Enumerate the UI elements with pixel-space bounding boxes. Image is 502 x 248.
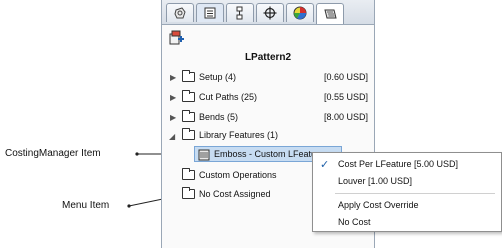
menu-item-label: Apply Cost Override [338,200,419,210]
folder-open-icon [182,128,195,140]
costing-tool-icon [169,30,184,45]
folder-icon [182,70,195,82]
property-manager-icon [204,7,216,19]
tab-configuration[interactable] [226,3,254,22]
folder-icon [182,187,195,199]
tab-costing-manager[interactable] [316,3,344,24]
leader-dot-costingmanager [135,152,139,156]
tree-item-cost: [8.00 USD] [323,112,368,122]
tab-appearance[interactable] [286,3,314,22]
tree-item-library-features[interactable]: ◢ Library Features (1) [162,128,374,144]
menu-item-apply-cost-override[interactable]: Apply Cost Override [313,198,501,212]
tree-item-label: Library Features (1) [199,130,279,140]
expand-arrow-icon[interactable]: ▶ [170,113,176,122]
menu-separator [335,193,495,194]
menu-item-cost-per-lfeature[interactable]: ✓ Cost Per LFeature [5.00 USD] [313,157,501,171]
folder-icon [182,90,195,102]
tree-item-cost: [0.60 USD] [323,72,368,82]
menu-item-no-cost[interactable]: No Cost [313,215,501,229]
tab-dimxpert[interactable] [256,3,284,22]
appearance-icon [293,6,307,20]
tree-item-label: Cut Paths (25) [199,92,258,102]
tree-item-cost: [0.55 USD] [323,92,368,102]
expand-arrow-icon[interactable]: ▶ [170,73,176,82]
tree-item-label: Setup (4) [199,72,237,82]
checkmark-icon: ✓ [320,159,330,171]
folder-icon [182,110,195,122]
menu-item-louver[interactable]: Louver [1.00 USD] [313,174,501,188]
menu-item-label: No Cost [338,217,371,227]
leader-dot-menu [127,204,131,208]
crosshair-icon [263,6,277,20]
tab-part-rotate[interactable] [166,3,194,22]
tree-item-label: Custom Operations [199,170,277,180]
costing-manager-icon [324,9,337,19]
tree-item-setup[interactable]: ▶ Setup (4) [0.60 USD] [162,70,374,86]
tree-item-label: No Cost Assigned [199,189,271,199]
collapse-arrow-icon[interactable]: ◢ [169,132,175,141]
tree-item-cut-paths[interactable]: ▶ Cut Paths (25) [0.55 USD] [162,90,374,106]
folder-icon [182,168,195,180]
expand-arrow-icon[interactable]: ▶ [170,93,176,102]
panel-tabstrip [162,0,374,25]
library-feature-icon [198,149,210,161]
menu-item-label: Louver [1.00 USD] [338,176,413,186]
tree-item-label: Bends (5) [199,112,239,122]
part-rotate-icon [174,7,186,19]
tab-property-manager[interactable] [196,3,224,22]
part-title: LPattern2 [244,52,292,63]
configuration-icon [236,6,243,20]
menu-item-label: Cost Per LFeature [5.00 USD] [338,159,459,169]
costing-tool-button[interactable] [169,30,185,48]
context-menu: ✓ Cost Per LFeature [5.00 USD] Louver [1… [312,152,502,232]
tree-item-bends[interactable]: ▶ Bends (5) [8.00 USD] [162,110,374,126]
